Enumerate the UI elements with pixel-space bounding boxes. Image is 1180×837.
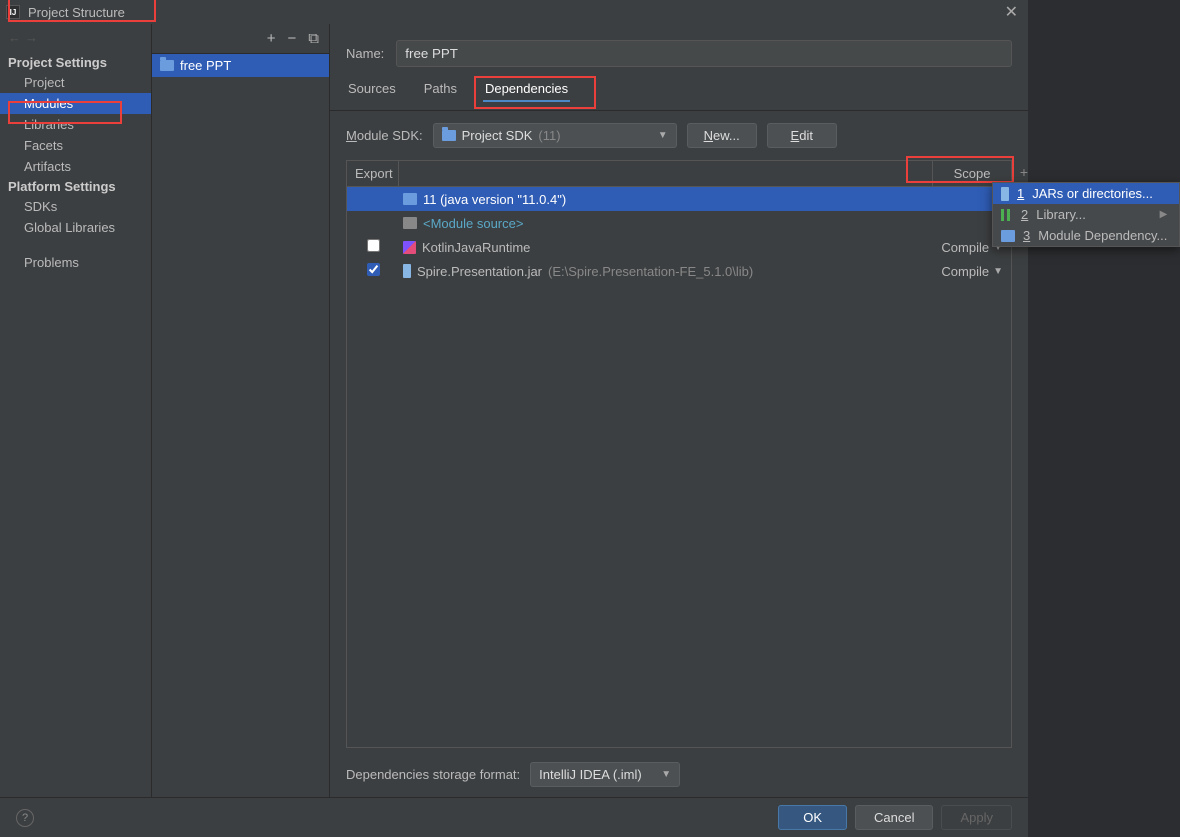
nav-back-icon[interactable]: ← xyxy=(8,30,21,45)
add-dep-icon[interactable]: + xyxy=(1020,164,1028,180)
popup-item[interactable]: 3 Module Dependency... xyxy=(993,225,1179,246)
titlebar: IJ Project Structure ✕ xyxy=(0,0,1028,24)
window-title: Project Structure xyxy=(28,5,125,20)
folder-icon xyxy=(1001,230,1015,242)
lib-icon xyxy=(1001,209,1013,221)
ij-icon: IJ xyxy=(6,5,20,19)
dialog-body: ← → Project Settings Project Modules Lib… xyxy=(0,24,1028,797)
add-dependency-popup: 1 JARs or directories...2 Library...▶3 M… xyxy=(992,182,1180,247)
module-item-label: free PPT xyxy=(180,58,231,73)
export-checkbox[interactable] xyxy=(367,239,380,252)
storage-label: Dependencies storage format: xyxy=(346,767,520,782)
module-item[interactable]: free PPT xyxy=(152,54,329,77)
chevron-down-icon[interactable]: ▼ xyxy=(993,266,1003,277)
module-sdk-dropdown[interactable]: Project SDK (11) ▼ xyxy=(433,123,677,148)
help-icon[interactable]: ? xyxy=(16,809,34,827)
chevron-down-icon: ▼ xyxy=(661,769,671,780)
tab-sources[interactable]: Sources xyxy=(346,79,398,102)
folder-gray-icon xyxy=(403,217,417,229)
dep-name: Spire.Presentation.jar xyxy=(417,264,542,279)
ok-button[interactable]: OK xyxy=(778,805,847,830)
nav-problems[interactable]: Problems xyxy=(0,252,151,273)
close-icon[interactable]: ✕ xyxy=(1001,2,1022,22)
nav-project[interactable]: Project xyxy=(0,72,151,93)
th-name xyxy=(399,161,933,186)
new-sdk-button[interactable]: New... xyxy=(687,123,757,148)
tab-paths[interactable]: Paths xyxy=(422,79,459,102)
dependencies-table: Export Scope 11 (java version "11.0.4")<… xyxy=(346,160,1012,748)
th-export[interactable]: Export xyxy=(347,161,399,186)
scope-value: Compile xyxy=(941,264,989,279)
project-structure-dialog: IJ Project Structure ✕ ← → Project Setti… xyxy=(0,0,1028,837)
dep-name: KotlinJavaRuntime xyxy=(422,240,530,255)
popup-item[interactable]: 2 Library...▶ xyxy=(993,204,1179,225)
bottom-bar: ? OK Cancel Apply xyxy=(0,797,1028,837)
sdk-folder-icon xyxy=(442,130,456,141)
storage-format-dropdown[interactable]: IntelliJ IDEA (.iml) ▼ xyxy=(530,762,680,787)
nav-artifacts[interactable]: Artifacts xyxy=(0,156,151,177)
left-nav: ← → Project Settings Project Modules Lib… xyxy=(0,24,152,797)
jar-icon xyxy=(403,264,411,278)
nav-modules[interactable]: Modules xyxy=(0,93,151,114)
table-row[interactable]: Spire.Presentation.jar (E:\Spire.Present… xyxy=(347,259,1011,283)
nav-heading-platform-settings: Platform Settings xyxy=(0,177,151,196)
nav-sdks[interactable]: SDKs xyxy=(0,196,151,217)
table-row[interactable]: <Module source> xyxy=(347,211,1011,235)
export-checkbox[interactable] xyxy=(367,263,380,276)
main-panel: Name: Sources Paths Dependencies Module … xyxy=(330,24,1028,797)
nav-facets[interactable]: Facets xyxy=(0,135,151,156)
popup-item[interactable]: 1 JARs or directories... xyxy=(993,183,1179,204)
cancel-button[interactable]: Cancel xyxy=(855,805,933,830)
nav-global-libraries[interactable]: Global Libraries xyxy=(0,217,151,238)
add-module-icon[interactable]: + xyxy=(267,30,276,47)
edit-sdk-button[interactable]: Edit xyxy=(767,123,837,148)
nav-heading-project-settings: Project Settings xyxy=(0,53,151,72)
module-folder-icon xyxy=(160,60,174,71)
copy-module-icon[interactable]: ⧉ xyxy=(308,30,319,47)
kt-icon xyxy=(403,241,416,254)
dep-name: <Module source> xyxy=(423,216,523,231)
chevron-down-icon: ▼ xyxy=(658,130,668,141)
dep-name: 11 (java version "11.0.4") xyxy=(423,192,566,207)
module-list: + − ⧉ free PPT xyxy=(152,24,330,797)
background-area xyxy=(1028,0,1180,837)
scope-value: Compile xyxy=(941,240,989,255)
apply-button: Apply xyxy=(941,805,1012,830)
table-row[interactable]: KotlinJavaRuntimeCompile▼ xyxy=(347,235,1011,259)
module-name-input[interactable] xyxy=(396,40,1012,67)
nav-libraries[interactable]: Libraries xyxy=(0,114,151,135)
nav-forward-icon[interactable]: → xyxy=(25,30,38,45)
folder-icon xyxy=(403,193,417,205)
remove-module-icon[interactable]: − xyxy=(288,30,297,47)
table-row[interactable]: 11 (java version "11.0.4") xyxy=(347,187,1011,211)
module-sdk-label: Module SDK: xyxy=(346,128,423,143)
jar-icon xyxy=(1001,187,1009,201)
submenu-arrow-icon: ▶ xyxy=(1160,209,1168,220)
name-label: Name: xyxy=(346,46,384,61)
tab-dependencies[interactable]: Dependencies xyxy=(483,79,570,102)
